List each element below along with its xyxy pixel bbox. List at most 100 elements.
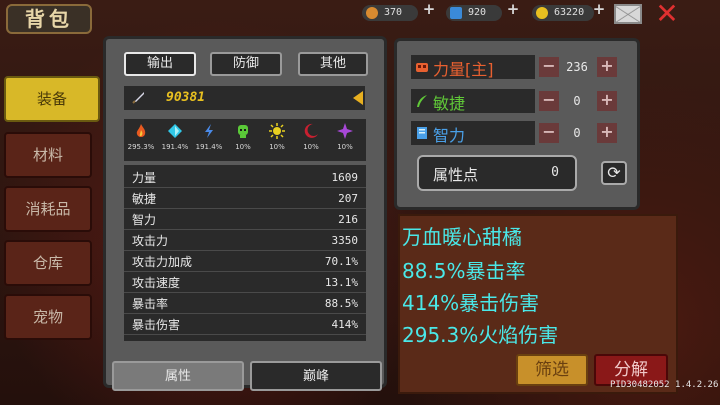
stat-value: 88.5% [324,297,358,310]
stat-value: 216 [338,213,358,226]
tab-attributes[interactable]: 属性 [112,361,244,391]
stat-value: 1609 [331,171,359,184]
decrease-agility-button[interactable]: − [539,91,559,111]
attribute-points-label: 属性点 [433,166,479,184]
sidebar-item-label: 宠物 [32,308,63,326]
stat-label: 智力 [132,213,157,227]
element-poison-value: 10% [235,143,251,151]
stat-row-attack-bonus: 攻击力加成 70.1% [124,253,366,272]
element-void: 10% [328,119,362,161]
stat-row-crit-damage: 暴击伤害 414% [124,316,366,335]
element-fire-value: 295.3% [127,143,155,151]
tab-defense[interactable]: 防御 [210,52,282,76]
attribute-value: 236 [566,60,588,74]
attribute-value: 0 [573,126,581,140]
collapse-arrow-icon[interactable] [351,86,365,110]
sidebar-item-label: 仓库 [32,254,63,272]
sidebar-item-consumables[interactable]: 消耗品 [4,186,92,232]
stat-label: 攻击力加成 [132,255,193,269]
poison-skull-icon [238,125,248,138]
decrease-strength-button[interactable]: − [539,57,559,77]
stat-label: 力量 [132,171,157,185]
stats-panel: 输出 防御 其他 90381 295.3% 191.4% 191.4% 10% … [103,36,387,391]
sidebar-item-label: 装备 [36,90,67,108]
attribute-label-box: 力量[主] [411,55,535,79]
stat-row-attack-speed: 攻击速度 13.1% [124,274,366,293]
add-gem-button[interactable]: + [506,2,520,17]
version-label: PID30482052 1.4.2.26 [610,380,719,390]
element-ice-value: 191.4% [161,143,189,151]
combat-power-value: 90381 [166,90,206,105]
sidebar-item-label: 消耗品 [25,200,71,218]
element-light: 10% [260,119,294,161]
increase-agility-button[interactable]: + [597,91,617,111]
currency-coin-value: 63220 [554,7,585,18]
element-dark-value: 10% [303,143,319,151]
stat-row-crit-rate: 暴击率 88.5% [124,295,366,314]
stat-row-agility: 敏捷 207 [124,190,366,209]
stat-value: 414% [331,318,359,331]
top-bar: 背包 370 + 920 + 63220 + ✕ [0,0,720,34]
add-meat-button[interactable]: + [422,2,436,17]
attribute-points-value: 0 [551,165,559,180]
sidebar-item-materials[interactable]: 材料 [4,132,92,178]
decrease-intelligence-button[interactable]: − [539,123,559,143]
overlay-line: 414%暴击伤害 [402,291,540,315]
currency-meat-value: 370 [384,7,403,18]
close-icon[interactable]: ✕ [654,0,680,28]
element-lightning-value: 191.4% [195,143,223,151]
overlay-line: 万血暖心甜橘 [402,225,522,249]
overlay-line: 295.3%火焰伤害 [402,323,559,347]
combat-power-bar: 90381 [124,86,364,110]
stat-label: 暴击伤害 [132,318,181,332]
attribute-label-box: 智力 [411,121,535,145]
sidebar-item-warehouse[interactable]: 仓库 [4,240,92,286]
attribute-label: 敏捷 [433,94,466,113]
element-fire: 295.3% [124,119,158,161]
meat-icon [366,7,378,19]
attribute-points-box: 属性点 0 [417,155,577,191]
mail-icon[interactable] [614,4,642,24]
stat-value: 70.1% [324,255,358,268]
element-lightning: 191.4% [192,119,226,161]
element-ice: 191.4% [158,119,192,161]
sidebar-item-pets[interactable]: 宠物 [4,294,92,340]
attribute-label-box: 敏捷 [411,89,535,113]
book-icon [417,127,427,139]
stat-label: 暴击率 [132,297,169,311]
stat-row-attack: 攻击力 3350 [124,232,366,251]
element-light-value: 10% [269,143,285,151]
stat-value: 3350 [331,234,359,247]
coin-icon [536,7,548,19]
currency-meat: 370 [362,5,418,21]
filter-button[interactable]: 筛选 [516,354,588,386]
overlay-line: 88.5%暴击率 [402,259,526,283]
tab-output[interactable]: 输出 [124,52,196,76]
stat-label: 攻击速度 [132,276,181,290]
fire-icon [136,124,146,137]
reset-points-button[interactable]: ⟳ [601,161,627,185]
attribute-row-strength: 力量[主] − 236 + [411,55,631,79]
element-dark: 10% [294,119,328,161]
increase-strength-button[interactable]: + [597,57,617,77]
attribute-label: 力量[主] [433,60,494,79]
sidebar-item-equipment[interactable]: 装备 [4,76,100,122]
currency-gem-value: 920 [468,7,487,18]
stats-list: 力量 1609 敏捷 207 智力 216 攻击力 3350 攻击力加成 70.… [124,165,366,341]
tab-other[interactable]: 其他 [298,52,368,76]
increase-intelligence-button[interactable]: + [597,123,617,143]
add-coin-button[interactable]: + [592,2,606,17]
refresh-icon: ⟳ [607,163,621,182]
tab-peak[interactable]: 巅峰 [250,361,382,391]
currency-coin: 63220 [532,5,594,21]
attribute-label: 智力 [433,126,466,145]
feather-icon [417,95,427,107]
sun-icon [269,123,285,139]
fist-icon [416,63,428,72]
stat-label: 敏捷 [132,192,157,206]
stat-value: 13.1% [324,276,358,289]
attribute-points-panel: 力量[主] − 236 + 敏捷 − 0 + 智力 − 0 + 属性点 0 ⟳ [394,38,640,210]
stat-value: 207 [338,192,358,205]
moon-icon [304,123,318,138]
stat-row-strength: 力量 1609 [124,169,366,188]
